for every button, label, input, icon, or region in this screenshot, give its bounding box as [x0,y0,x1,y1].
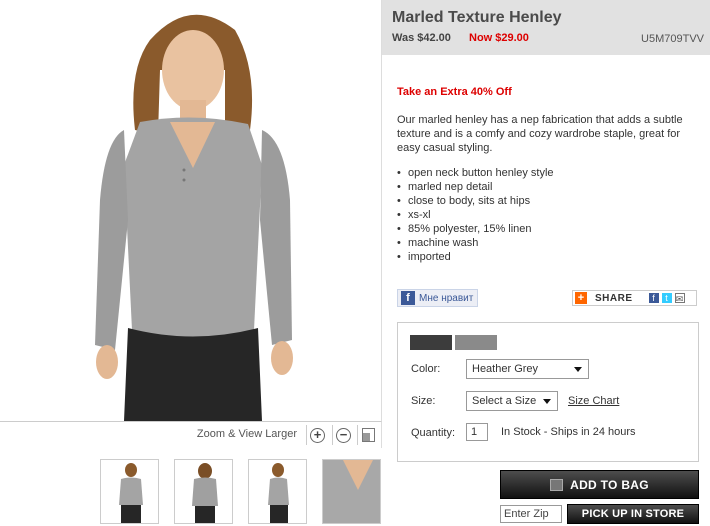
facebook-icon[interactable]: f [648,293,659,303]
like-label: Мне нравит [419,292,474,304]
zoom-out-button[interactable]: − [332,425,354,445]
color-label: Color: [411,363,441,375]
thumbnail-back[interactable] [174,459,233,524]
share-label: SHARE [595,292,633,304]
plus-circle-icon: + [310,427,325,443]
thumbnail-image [268,463,289,523]
chevron-down-icon [574,367,582,372]
model-photo [95,14,293,421]
main-product-photo[interactable] [0,0,382,421]
color-select[interactable]: Heather Grey [466,359,589,379]
now-price: Now $29.00 [469,32,529,44]
product-header: Marled Texture Henley Was $42.00 Now $29… [382,0,710,55]
product-options-box: Color: Heather Grey Size: Select a Size … [397,322,699,462]
color-select-value: Heather Grey [472,363,539,375]
size-select[interactable]: Select a Size [466,391,558,411]
swatch-heather-grey[interactable] [455,335,497,350]
thumbnail-front[interactable] [100,459,159,524]
was-price: Was $42.00 [392,32,451,44]
facebook-like-button[interactable]: f Мне нравит [397,289,478,307]
share-button[interactable]: + SHARE f t ✉ [572,290,697,306]
thumbnail-detail[interactable] [322,459,381,524]
minus-circle-icon: − [336,427,351,443]
list-item: 85% polyester, 15% linen [397,222,554,236]
product-title: Marled Texture Henley [392,9,562,26]
twitter-icon[interactable]: t [661,293,672,303]
enlarge-button[interactable] [357,425,379,445]
zoom-label[interactable]: Zoom & View Larger [197,428,297,440]
thumbnail-image [192,463,218,523]
chevron-down-icon [543,399,551,404]
product-description: Our marled henley has a nep fabrication … [397,114,683,154]
zoom-toolbar: Zoom & View Larger + − [0,421,382,448]
product-sku: U5M709TVV [641,33,704,45]
thumbnail-strip [100,459,382,524]
product-image-viewer: Zoom & View Larger + − [0,0,382,526]
quantity-input[interactable]: 1 [466,423,488,441]
zoom-in-button[interactable]: + [306,425,328,445]
size-label: Size: [411,395,436,407]
quantity-label: Quantity: [411,427,456,439]
list-item: close to body, sits at hips [397,194,554,208]
add-to-bag-label: ADD TO BAG [570,477,649,492]
promo-text: Take an Extra 40% Off [397,86,512,98]
thumbnail-side[interactable] [248,459,307,524]
list-item: open neck button henley style [397,166,554,180]
list-item: machine wash [397,236,554,250]
shopping-bag-icon [550,478,564,491]
thumbnail-image [323,460,380,523]
facebook-icon: f [401,291,415,305]
pickup-in-store-button[interactable]: PICK UP IN STORE [567,504,699,524]
list-item: imported [397,250,554,264]
add-to-bag-button[interactable]: ADD TO BAG [500,470,699,499]
enlarge-icon [362,428,375,442]
thumbnail-image [119,463,143,523]
swatch-charcoal[interactable] [410,335,452,350]
size-select-value: Select a Size [472,395,537,407]
pickup-label: PICK UP IN STORE [581,508,685,520]
feature-list: open neck button henley style marled nep… [397,166,554,264]
list-item: marled nep detail [397,180,554,194]
size-chart-link[interactable]: Size Chart [568,395,619,407]
email-icon[interactable]: ✉ [674,293,685,304]
product-info-panel: Marled Texture Henley Was $42.00 Now $29… [382,0,710,526]
stock-status: In Stock - Ships in 24 hours [501,426,636,438]
list-item: xs-xl [397,208,554,222]
zip-input[interactable]: Enter Zip [500,505,562,523]
addthis-plus-icon: + [575,292,587,304]
